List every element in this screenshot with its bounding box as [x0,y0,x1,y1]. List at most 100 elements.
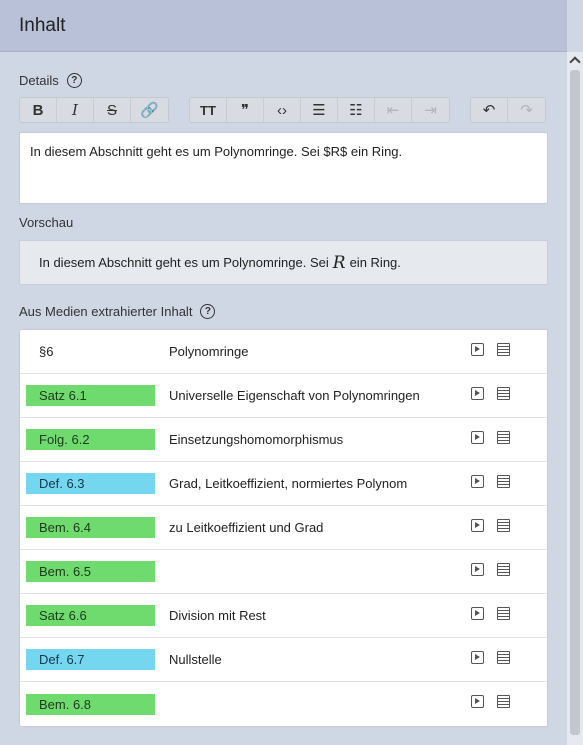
preview-label: Vorschau [19,215,74,230]
play-media-icon[interactable] [471,431,484,444]
document-icon[interactable] [497,387,510,400]
item-actions [471,343,510,356]
item-actions [471,475,510,488]
media-label-text: Aus Medien extrahierter Inhalt [19,304,193,319]
list-item[interactable]: Bem. 6.5 [20,550,547,594]
item-tag: Satz 6.1 [26,385,155,406]
list-item[interactable]: §6 Polynomringe [20,330,547,374]
list-item[interactable]: Def. 6.7 Nullstelle [20,638,547,682]
item-actions [471,695,510,708]
item-title: Grad, Leitkoeffizient, normiertes Polyno… [169,476,408,491]
italic-icon: I [72,101,78,119]
item-actions [471,519,510,532]
list-item[interactable]: Bem. 6.4 zu Leitkoeffizient und Grad [20,506,547,550]
item-tag: §6 [39,344,54,359]
quote-button[interactable]: ❞ [227,98,264,122]
item-title: Nullstelle [169,652,222,667]
play-media-icon[interactable] [471,475,484,488]
details-label: Details ? [19,73,82,88]
code-button[interactable]: ‹› [264,98,301,122]
document-icon[interactable] [497,519,510,532]
bold-button[interactable]: B [20,98,57,122]
numbered-list-icon: ☷ [349,102,363,119]
toolbar-group: B I S 🔗 [19,97,169,123]
item-title: Division mit Rest [169,608,266,623]
undo-icon: ↶ [482,102,496,119]
play-media-icon[interactable] [471,519,484,532]
document-icon[interactable] [497,475,510,488]
panel-title: Inhalt [19,14,66,36]
editor-toolbar: B I S 🔗 TT ❞ ‹› ☰ ☷ ⇤ ⇥ ↶ ↷ [19,97,566,123]
preview-math: R [332,252,346,273]
item-tag: Bem. 6.8 [26,693,155,715]
item-actions [471,563,510,576]
list-item[interactable]: Satz 6.1 Universelle Eigenschaft von Poly… [20,374,547,418]
help-icon[interactable]: ? [200,304,216,319]
item-tag: Bem. 6.4 [26,517,155,538]
list-item[interactable]: Satz 6.6 Division mit Rest [20,594,547,638]
numbered-list-button[interactable]: ☷ [338,98,375,122]
media-content-list: §6 Polynomringe Satz 6.1 Universelle Eigens… [19,329,548,727]
heading-button[interactable]: TT [190,98,227,122]
item-actions [471,651,510,664]
quote-icon: ❞ [240,102,250,119]
item-tag: Def. 6.3 [26,473,155,494]
item-title: Einsetzungshomomorphismus [169,432,344,447]
item-title: zu Leitkoeffizient und Grad [169,520,324,535]
bold-icon: B [32,101,44,119]
bullet-list-icon: ☰ [312,102,326,119]
play-media-icon[interactable] [471,387,484,400]
heading-icon: TT [200,102,216,118]
scroll-up-icon[interactable] [569,56,581,68]
item-tag: Folg. 6.2 [26,429,155,450]
play-media-icon[interactable] [471,695,484,708]
play-media-icon[interactable] [471,651,484,664]
item-title: Polynomringe [169,344,249,359]
list-item[interactable]: Bem. 6.8 [20,682,547,726]
indent-button[interactable]: ⇥ [412,98,449,122]
strikethrough-button[interactable]: S [94,98,131,122]
redo-button[interactable]: ↷ [508,98,545,122]
scrollbar-thumb[interactable] [570,70,580,735]
preview-text-before: In diesem Abschnitt geht es um Polynomri… [39,255,329,270]
outdent-icon: ⇤ [386,102,400,119]
toolbar-group: TT ❞ ‹› ☰ ☷ ⇤ ⇥ [189,97,450,123]
document-icon[interactable] [497,651,510,664]
item-actions [471,387,510,400]
outdent-button[interactable]: ⇤ [375,98,412,122]
item-tag: Def. 6.7 [26,649,155,670]
play-media-icon[interactable] [471,563,484,576]
preview-text-after: ein Ring. [349,255,401,270]
item-actions [471,607,510,620]
list-item[interactable]: Def. 6.3 Grad, Leitkoeffizient, normierte… [20,462,547,506]
help-icon[interactable]: ? [66,73,82,88]
toolbar-group: ↶ ↷ [470,97,546,123]
preview-box: In diesem Abschnitt geht es um Polynomri… [19,240,548,285]
undo-button[interactable]: ↶ [471,98,508,122]
link-icon: 🔗 [140,102,159,119]
details-label-text: Details [19,73,59,88]
item-actions [471,431,510,444]
bullet-list-button[interactable]: ☰ [301,98,338,122]
document-icon[interactable] [497,695,510,708]
code-icon: ‹› [277,101,287,119]
document-icon[interactable] [497,343,510,356]
item-title: Universelle Eigenschaft von Polynomringe… [169,388,420,403]
redo-icon: ↷ [520,102,533,119]
list-item[interactable]: Folg. 6.2 Einsetzungshomomorphismus [20,418,547,462]
link-button[interactable]: 🔗 [131,98,168,122]
document-icon[interactable] [497,607,510,620]
details-editor[interactable]: In diesem Abschnitt geht es um Polynomri… [19,132,548,204]
scrollbar[interactable] [567,52,583,745]
play-media-icon[interactable] [471,607,484,620]
italic-button[interactable]: I [57,98,94,122]
strikethrough-icon: S [106,101,117,119]
panel-header: Inhalt [0,0,567,52]
play-media-icon[interactable] [471,343,484,356]
item-tag: Bem. 6.5 [26,561,155,582]
document-icon[interactable] [497,431,510,444]
document-icon[interactable] [497,563,510,576]
item-tag: Satz 6.6 [26,605,155,626]
indent-icon: ⇥ [424,102,437,119]
media-label: Aus Medien extrahierter Inhalt ? [19,304,216,319]
